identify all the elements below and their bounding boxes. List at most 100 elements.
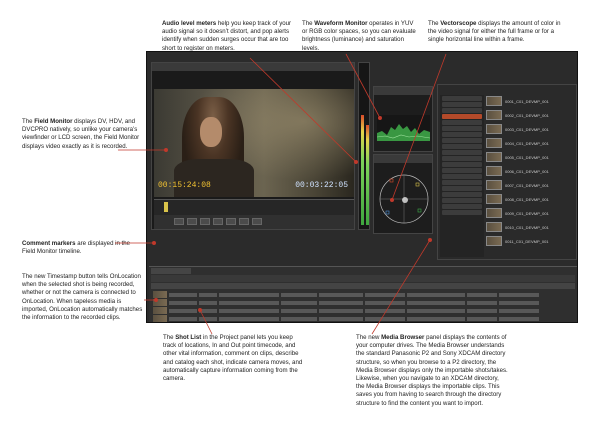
play-button[interactable] <box>200 218 210 225</box>
media-browser-clip-list: 0001_C01_DEVMP_001 0002_C01_DEVMP_001 00… <box>486 95 576 257</box>
callout-body: panel displays the contents of your comp… <box>356 334 508 407</box>
list-item[interactable]: 0005_C01_DEVMP_001 <box>486 151 576 163</box>
tree-item[interactable] <box>442 168 482 173</box>
table-row[interactable] <box>151 291 575 298</box>
video-subject-face <box>200 117 222 147</box>
list-item[interactable]: 0002_C01_DEVMP_001 <box>486 109 576 121</box>
timecode-current: 00:15:24:08 <box>158 181 211 190</box>
onlocation-app-window: 00:15:24:08 00:03:22:05 0001_C01_DEVMP_0… <box>146 51 578 323</box>
list-item[interactable]: 0004_C01_DEVMP_001 <box>486 137 576 149</box>
callout-lead: Comment markers <box>22 240 76 247</box>
fast-forward-button[interactable] <box>226 218 236 225</box>
audio-meter-right <box>366 125 369 225</box>
clip-name: 0008_C01_DEVMP_001 <box>505 196 549 202</box>
timestamp-button[interactable] <box>252 218 262 225</box>
waveform-monitor-panel <box>373 86 433 152</box>
callout-pre: The <box>302 20 315 27</box>
callout-pre: The <box>428 20 441 27</box>
callout-body: The new Timestamp button tells OnLocatio… <box>22 273 143 322</box>
callout-media-browser: The new Media Browser panel displays the… <box>356 334 508 408</box>
tree-item[interactable] <box>442 138 482 143</box>
rewind-button[interactable] <box>174 218 184 225</box>
field-monitor-timeline[interactable] <box>154 199 354 215</box>
tree-item[interactable] <box>442 180 482 185</box>
callout-waveform-monitor: The Waveform Monitor operates in YUV or … <box>302 20 418 53</box>
audio-level-meters <box>358 62 370 230</box>
clip-thumbnail <box>486 180 502 190</box>
callout-shot-list: The Shot List in the Project panel lets … <box>163 334 305 383</box>
callout-lead: Audio level meters <box>162 20 217 27</box>
tree-item[interactable] <box>442 204 482 209</box>
list-item[interactable]: 0011_C01_DEVMP_001 <box>486 235 576 247</box>
tree-item[interactable] <box>442 192 482 197</box>
vectorscope-panel <box>373 154 433 234</box>
tree-item[interactable] <box>442 198 482 203</box>
step-forward-button[interactable] <box>213 218 223 225</box>
tree-item[interactable] <box>442 210 482 215</box>
tree-item[interactable] <box>442 102 482 107</box>
tree-item[interactable] <box>442 186 482 191</box>
vectorscope-graticule <box>379 174 429 224</box>
tree-item[interactable] <box>442 174 482 179</box>
callout-lead: Vectorscope <box>440 20 477 27</box>
project-panel-toolbar <box>151 275 575 282</box>
table-row[interactable] <box>151 315 575 322</box>
clip-name: 0010_C01_DEVMP_001 <box>505 224 549 230</box>
row-thumbnail <box>153 307 167 314</box>
tree-item[interactable] <box>442 156 482 161</box>
waveform-trace <box>377 115 430 141</box>
list-item[interactable]: 0008_C01_DEVMP_001 <box>486 193 576 205</box>
clip-thumbnail <box>486 208 502 218</box>
tree-item[interactable] <box>442 144 482 149</box>
timecode-duration: 00:03:22:05 <box>295 181 348 190</box>
callout-timestamp: The new Timestamp button tells OnLocatio… <box>22 273 144 322</box>
clip-thumbnail <box>486 222 502 232</box>
callout-lead: Media Browser <box>381 334 425 341</box>
table-row[interactable] <box>151 299 575 306</box>
clip-name: 0003_C01_DEVMP_001 <box>505 126 549 132</box>
tree-item[interactable] <box>442 96 482 101</box>
step-back-button[interactable] <box>187 218 197 225</box>
record-button[interactable] <box>239 218 249 225</box>
clip-name: 0011_C01_DEVMP_001 <box>505 238 549 244</box>
tree-item[interactable] <box>442 162 482 167</box>
audio-meter-left <box>361 115 364 225</box>
comment-marker[interactable] <box>164 202 168 212</box>
list-item[interactable]: 0003_C01_DEVMP_001 <box>486 123 576 135</box>
callout-pre: The new <box>356 334 382 341</box>
tree-item[interactable] <box>442 108 482 113</box>
callout-lead: Field Monitor <box>34 118 73 125</box>
row-thumbnail <box>153 315 167 322</box>
clip-name: 0009_C01_DEVMP_001 <box>505 210 549 216</box>
tree-item[interactable] <box>442 150 482 155</box>
list-item[interactable]: 0007_C01_DEVMP_001 <box>486 179 576 191</box>
tree-item[interactable] <box>442 120 482 125</box>
clip-thumbnail <box>486 152 502 162</box>
list-item[interactable]: 0001_C01_DEVMP_001 <box>486 95 576 107</box>
video-subject-coat <box>174 159 254 197</box>
vectorscope-header <box>374 155 432 163</box>
clip-thumbnail <box>486 110 502 120</box>
clip-thumbnail <box>486 166 502 176</box>
shot-list-header <box>151 283 575 289</box>
callout-vectorscope: The Vectorscope displays the amount of c… <box>428 20 568 45</box>
list-item[interactable]: 0009_C01_DEVMP_001 <box>486 207 576 219</box>
list-item[interactable]: 0006_C01_DEVMP_001 <box>486 165 576 177</box>
tree-item[interactable] <box>442 126 482 131</box>
tree-item[interactable] <box>442 132 482 137</box>
project-panel-tab[interactable] <box>151 268 191 274</box>
clip-thumbnail <box>486 194 502 204</box>
media-browser-panel: 0001_C01_DEVMP_001 0002_C01_DEVMP_001 00… <box>437 84 577 260</box>
row-thumbnail <box>153 299 167 306</box>
clip-thumbnail <box>486 236 502 246</box>
clip-name: 0007_C01_DEVMP_001 <box>505 182 549 188</box>
clip-name: 0006_C01_DEVMP_001 <box>505 168 549 174</box>
transport-controls <box>154 215 354 229</box>
row-thumbnail <box>153 291 167 298</box>
waveform-monitor-header <box>374 87 432 95</box>
callout-field-monitor: The Field Monitor displays DV, HDV, and … <box>22 118 140 151</box>
tree-item-selected[interactable] <box>442 114 482 119</box>
list-item[interactable]: 0010_C01_DEVMP_001 <box>486 221 576 233</box>
field-monitor-panel: 00:15:24:08 00:03:22:05 <box>151 62 355 230</box>
table-row[interactable] <box>151 307 575 314</box>
